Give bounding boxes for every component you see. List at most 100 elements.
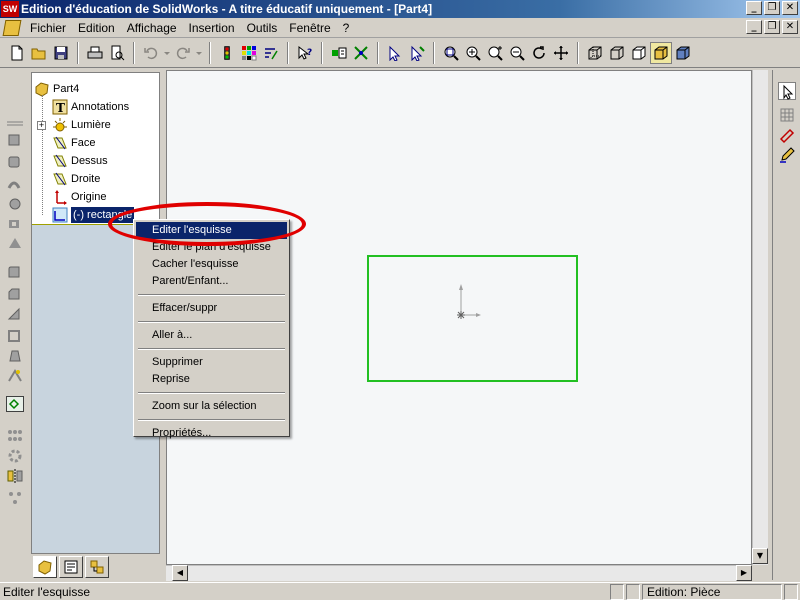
linear-pattern-icon[interactable] bbox=[6, 428, 24, 444]
extrude-boss-icon[interactable] bbox=[6, 132, 24, 148]
zoom-fit-icon[interactable] bbox=[440, 42, 462, 64]
extrude-cut-icon[interactable] bbox=[6, 216, 24, 232]
expand-toggle[interactable]: + bbox=[37, 121, 46, 130]
tree-item-lumiere[interactable]: Lumière bbox=[52, 117, 111, 133]
tree-item-origine[interactable]: Origine bbox=[52, 189, 106, 205]
menu-item-edit-sketch[interactable]: Editer l'esquisse bbox=[136, 222, 287, 239]
menu-outils[interactable]: Outils bbox=[241, 18, 284, 38]
toolbar-separator bbox=[577, 41, 579, 64]
tab-feature-manager[interactable] bbox=[33, 556, 57, 578]
doc-restore-button[interactable]: ❐ bbox=[764, 20, 780, 34]
select-icon[interactable] bbox=[778, 82, 796, 100]
scroll-right-button[interactable]: ▶ bbox=[736, 565, 752, 581]
sketch-pencil-icon[interactable] bbox=[778, 146, 796, 164]
traffic-light-icon[interactable] bbox=[216, 42, 238, 64]
undo-icon[interactable] bbox=[140, 42, 162, 64]
tree-item-annotations[interactable]: T Annotations bbox=[52, 99, 129, 115]
scroll-down-button[interactable]: ▼ bbox=[752, 548, 768, 564]
rebuild-icon[interactable] bbox=[328, 42, 350, 64]
open-folder-icon[interactable] bbox=[28, 42, 50, 64]
rotate-icon[interactable] bbox=[528, 42, 550, 64]
hidden-lines-icon[interactable] bbox=[606, 42, 628, 64]
sketch-toolbar bbox=[772, 70, 800, 580]
doc-close-button[interactable]: ✕ bbox=[782, 20, 798, 34]
whats-this-help-icon[interactable]: ? bbox=[294, 42, 316, 64]
menu-item-go-to[interactable]: Aller à... bbox=[136, 327, 287, 344]
menu-item-delete[interactable]: Supprimer bbox=[136, 354, 287, 371]
hole-wizard-icon[interactable] bbox=[6, 368, 24, 384]
smart-dimension-icon[interactable] bbox=[778, 126, 796, 144]
part-document-icon[interactable] bbox=[2, 19, 22, 36]
grid-icon[interactable] bbox=[778, 106, 796, 124]
chevron-down-icon[interactable] bbox=[194, 42, 204, 64]
menu-help[interactable]: ? bbox=[337, 18, 356, 38]
shaded-edges-icon[interactable] bbox=[672, 42, 694, 64]
close-button[interactable]: ✕ bbox=[782, 1, 798, 15]
zoom-area-icon[interactable] bbox=[484, 42, 506, 64]
revolve-boss-icon[interactable] bbox=[6, 154, 24, 170]
restore-button[interactable]: ❐ bbox=[764, 1, 780, 15]
menu-insertion[interactable]: Insertion bbox=[183, 18, 241, 38]
menu-separator bbox=[138, 294, 285, 296]
zoom-out-icon[interactable] bbox=[506, 42, 528, 64]
scroll-left-button[interactable]: ◀ bbox=[172, 565, 188, 581]
tree-item-dessus[interactable]: Dessus bbox=[52, 153, 108, 169]
grid-snap-icon[interactable] bbox=[260, 42, 282, 64]
tab-configuration-manager[interactable] bbox=[85, 556, 109, 578]
revolve-cut-icon[interactable] bbox=[6, 236, 24, 252]
select-filter-icon[interactable] bbox=[406, 42, 428, 64]
menu-item-edit-sketch-plane[interactable]: Editer le plan d'esquisse bbox=[136, 239, 287, 256]
shaded-icon[interactable] bbox=[650, 41, 672, 64]
loft-icon[interactable] bbox=[6, 196, 24, 212]
menu-edition[interactable]: Edition bbox=[72, 18, 121, 38]
sketch-icon bbox=[52, 207, 68, 223]
print-preview-icon[interactable] bbox=[106, 42, 128, 64]
chevron-down-icon[interactable] bbox=[162, 42, 172, 64]
select-pointer-icon[interactable] bbox=[384, 42, 406, 64]
title-bar[interactable]: SW Edition d'éducation de SolidWorks - A… bbox=[0, 0, 800, 18]
menu-item-rollback[interactable]: Reprise bbox=[136, 371, 287, 388]
menu-item-clear-delete[interactable]: Effacer/suppr bbox=[136, 300, 287, 317]
chamfer-icon[interactable] bbox=[6, 286, 24, 302]
menu-item-properties[interactable]: Propriétés... bbox=[136, 425, 287, 442]
svg-text:?: ? bbox=[307, 48, 312, 58]
pan-icon[interactable] bbox=[550, 42, 572, 64]
zoom-in-icon[interactable] bbox=[462, 42, 484, 64]
sweep-icon[interactable] bbox=[6, 176, 24, 192]
sketch-mode-icon[interactable] bbox=[6, 396, 24, 412]
menu-item-parent-child[interactable]: Parent/Enfant... bbox=[136, 273, 287, 290]
circular-pattern-icon[interactable] bbox=[6, 448, 24, 464]
tree-item-droite[interactable]: Droite bbox=[52, 171, 100, 187]
draft-icon[interactable] bbox=[6, 348, 24, 364]
horizontal-scrollbar[interactable]: ◀ ▶ bbox=[166, 565, 752, 581]
print-icon[interactable] bbox=[84, 42, 106, 64]
tree-item-face[interactable]: Face bbox=[52, 135, 95, 151]
menu-item-hide-sketch[interactable]: Cacher l'esquisse bbox=[136, 256, 287, 273]
doc-minimize-button[interactable]: _ bbox=[746, 20, 762, 34]
rib-icon[interactable] bbox=[6, 306, 24, 322]
tab-property-manager[interactable] bbox=[59, 556, 83, 578]
minimize-button[interactable]: _ bbox=[746, 1, 762, 15]
menu-separator bbox=[138, 419, 285, 421]
wireframe-icon[interactable] bbox=[584, 42, 606, 64]
toolbar-separator bbox=[433, 41, 435, 64]
options-icon[interactable] bbox=[350, 42, 372, 64]
menu-item-zoom-selection[interactable]: Zoom sur la sélection bbox=[136, 398, 287, 415]
tree-item-rectangle[interactable]: (-) rectangle bbox=[52, 207, 135, 223]
shell-icon[interactable] bbox=[6, 328, 24, 344]
menu-fichier[interactable]: Fichier bbox=[24, 18, 72, 38]
color-palette-icon[interactable] bbox=[238, 42, 260, 64]
tree-root-part[interactable]: Part4 bbox=[34, 81, 79, 97]
mirror-icon[interactable] bbox=[6, 468, 24, 484]
tree-tabs bbox=[31, 556, 160, 578]
menu-fenetre[interactable]: Fenêtre bbox=[283, 18, 336, 38]
vertical-scrollbar[interactable]: ▼ bbox=[752, 70, 768, 565]
fillet-icon[interactable] bbox=[6, 264, 24, 280]
redo-icon[interactable] bbox=[172, 42, 194, 64]
hidden-removed-icon[interactable] bbox=[628, 42, 650, 64]
mirror-all-icon[interactable] bbox=[6, 490, 24, 506]
new-file-icon[interactable] bbox=[6, 42, 28, 64]
menu-affichage[interactable]: Affichage bbox=[121, 18, 183, 38]
save-icon[interactable] bbox=[50, 42, 72, 64]
solidworks-window: SW Edition d'éducation de SolidWorks - A… bbox=[0, 0, 800, 600]
